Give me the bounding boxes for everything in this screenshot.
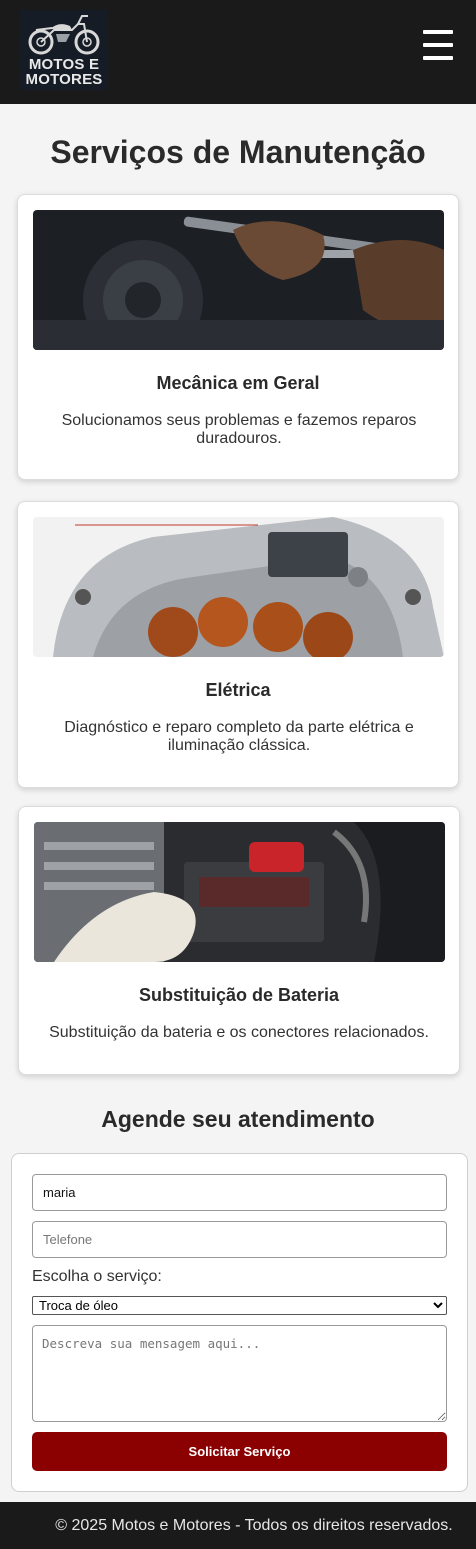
service-title: Elétrica (205, 680, 271, 700)
motorcycle-icon (28, 15, 100, 55)
battery-photo (34, 822, 445, 962)
site-footer: © 2025 Motos e Motores - Todos os direit… (0, 1502, 476, 1549)
menu-button[interactable] (420, 28, 456, 62)
phone-field[interactable] (32, 1221, 447, 1258)
service-card-electrical: Elétrica Diagnóstico e reparo completo d… (17, 501, 459, 788)
message-field[interactable] (32, 1325, 447, 1422)
submit-button[interactable]: Solicitar Serviço (32, 1432, 447, 1471)
electrical-photo (33, 517, 444, 657)
service-select[interactable]: Troca de óleo (32, 1296, 447, 1315)
hamburger-icon (423, 30, 453, 34)
logo-text: MOTOS E MOTORES (25, 56, 103, 88)
service-description: Diagnóstico e reparo completo da parte e… (64, 719, 414, 754)
site-header: MOTOS E MOTORES (0, 0, 476, 104)
form-title: Agende seu atendimento (101, 1106, 375, 1132)
mechanics-photo (33, 210, 444, 350)
name-field[interactable] (32, 1174, 447, 1211)
service-card-battery: Substituição de Bateria Substituição da … (18, 806, 460, 1075)
logo[interactable]: MOTOS E MOTORES (20, 10, 108, 90)
service-description: Substituição da bateria e os conectores … (49, 1024, 429, 1041)
service-title: Substituição de Bateria (138, 985, 340, 1005)
service-title: Mecânica em Geral (156, 373, 320, 393)
hamburger-icon (423, 43, 453, 47)
booking-form: Escolha o serviço: Troca de óleo Solicit… (11, 1153, 468, 1492)
service-description: Solucionamos seus problemas e fazemos re… (61, 412, 417, 447)
hamburger-icon (423, 56, 453, 60)
footer-copyright: © 2025 Motos e Motores - Todos os direit… (55, 1517, 453, 1534)
service-select-label: Escolha o serviço: (32, 1268, 162, 1285)
page-title: Serviços de Manutenção (50, 134, 426, 170)
service-card-mechanics: Mecânica em Geral Solucionamos seus prob… (17, 194, 459, 480)
